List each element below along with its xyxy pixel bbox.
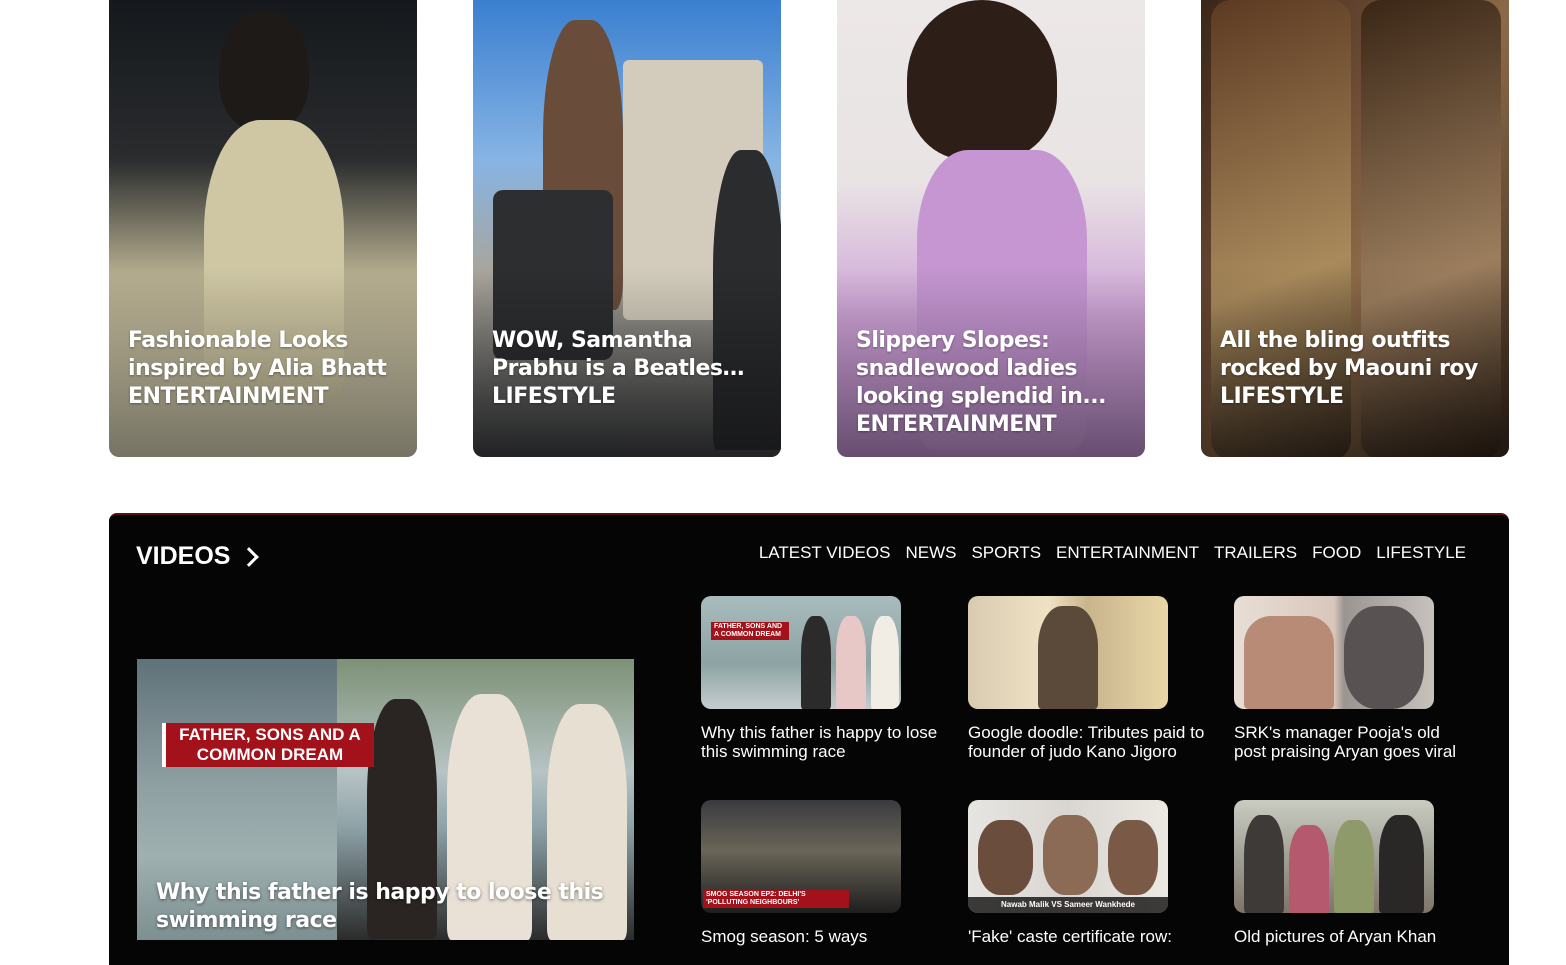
video-thumbnail xyxy=(1234,596,1434,709)
story-title: All the bling outfits rocked by Maouni r… xyxy=(1220,328,1478,381)
story-caption: Fashionable Looks inspired by Alia Bhatt… xyxy=(128,327,405,411)
video-thumbnail: FATHER, SONS AND A COMMON DREAM xyxy=(701,596,901,709)
thumbnail-tag: FATHER, SONS AND A COMMON DREAM xyxy=(711,622,789,640)
video-list-item[interactable]: SRK's manager Pooja's old post praising … xyxy=(1234,596,1474,761)
photo-story-card[interactable]: Slippery Slopes: snadlewood ladies looki… xyxy=(837,0,1145,457)
video-list-item[interactable]: FATHER, SONS AND A COMMON DREAM Why this… xyxy=(701,596,941,761)
videos-heading: VIDEOS xyxy=(136,542,231,570)
video-list-item[interactable]: Old pictures of Aryan Khan xyxy=(1234,800,1474,946)
story-category: LIFESTYLE xyxy=(1220,384,1344,409)
video-thumbnail: SMOG SEASON EP2: DELHI'S 'POLLUTING NEIG… xyxy=(701,800,901,913)
story-category: ENTERTAINMENT xyxy=(856,412,1057,437)
story-category: LIFESTYLE xyxy=(492,384,616,409)
tab-food[interactable]: FOOD xyxy=(1312,543,1361,563)
featured-video[interactable]: FATHER, SONS AND A COMMON DREAM Why this… xyxy=(137,659,634,940)
photo-story-card[interactable]: WOW, Samantha Prabhu is a Beatles fan! L… xyxy=(473,0,781,457)
story-category: ENTERTAINMENT xyxy=(128,384,329,409)
video-title: Google doodle: Tributes paid to founder … xyxy=(968,723,1205,761)
video-title: Old pictures of Aryan Khan xyxy=(1234,927,1437,946)
videos-heading-link[interactable]: VIDEOS xyxy=(136,542,260,571)
tab-trailers[interactable]: TRAILERS xyxy=(1214,543,1297,563)
thumbnail-strip: Nawab Malik VS Sameer Wankhede xyxy=(968,897,1168,913)
video-thumbnail xyxy=(968,596,1168,709)
video-category-tabs: LATEST VIDEOS NEWS SPORTS ENTERTAINMENT … xyxy=(759,543,1466,563)
story-title: WOW, Samantha Prabhu is a Beatles fan! xyxy=(492,328,723,381)
video-list-item[interactable]: SMOG SEASON EP2: DELHI'S 'POLLUTING NEIG… xyxy=(701,800,941,946)
tab-entertainment[interactable]: ENTERTAINMENT xyxy=(1056,543,1199,563)
video-title: SRK's manager Pooja's old post praising … xyxy=(1234,723,1457,761)
video-thumbnail xyxy=(1234,800,1434,913)
featured-video-caption: Why this father is happy to loose this s… xyxy=(156,880,604,933)
story-caption: All the bling outfits rocked by Maouni r… xyxy=(1220,327,1497,411)
story-caption: WOW, Samantha Prabhu is a Beatles fan! L… xyxy=(492,327,769,411)
tab-news[interactable]: NEWS xyxy=(905,543,956,563)
thumbnail-tag: SMOG SEASON EP2: DELHI'S 'POLLUTING NEIG… xyxy=(703,890,849,908)
story-title: Fashionable Looks inspired by Alia Bhatt xyxy=(128,328,387,381)
video-list-item[interactable]: Google doodle: Tributes paid to founder … xyxy=(968,596,1208,761)
video-list-item[interactable]: Nawab Malik VS Sameer Wankhede 'Fake' ca… xyxy=(968,800,1208,946)
story-caption: Slippery Slopes: snadlewood ladies looki… xyxy=(856,327,1133,439)
chevron-right-icon xyxy=(239,547,260,567)
video-title: Why this father is happy to lose this sw… xyxy=(701,723,938,761)
videos-section: VIDEOS LATEST VIDEOS NEWS SPORTS ENTERTA… xyxy=(109,513,1509,965)
video-overlay-tag: FATHER, SONS AND A COMMON DREAM xyxy=(162,723,374,767)
tab-lifestyle[interactable]: LIFESTYLE xyxy=(1376,543,1466,563)
tab-latest-videos[interactable]: LATEST VIDEOS xyxy=(759,543,891,563)
video-thumbnail: Nawab Malik VS Sameer Wankhede xyxy=(968,800,1168,913)
story-title: Slippery Slopes: snadlewood ladies looki… xyxy=(856,328,1106,409)
photo-story-card[interactable]: All the bling outfits rocked by Maouni r… xyxy=(1201,0,1509,457)
video-title: Smog season: 5 ways xyxy=(701,927,868,946)
tab-sports[interactable]: SPORTS xyxy=(971,543,1041,563)
video-title: 'Fake' caste certificate row: xyxy=(968,927,1172,946)
photo-story-card[interactable]: Fashionable Looks inspired by Alia Bhatt… xyxy=(109,0,417,457)
